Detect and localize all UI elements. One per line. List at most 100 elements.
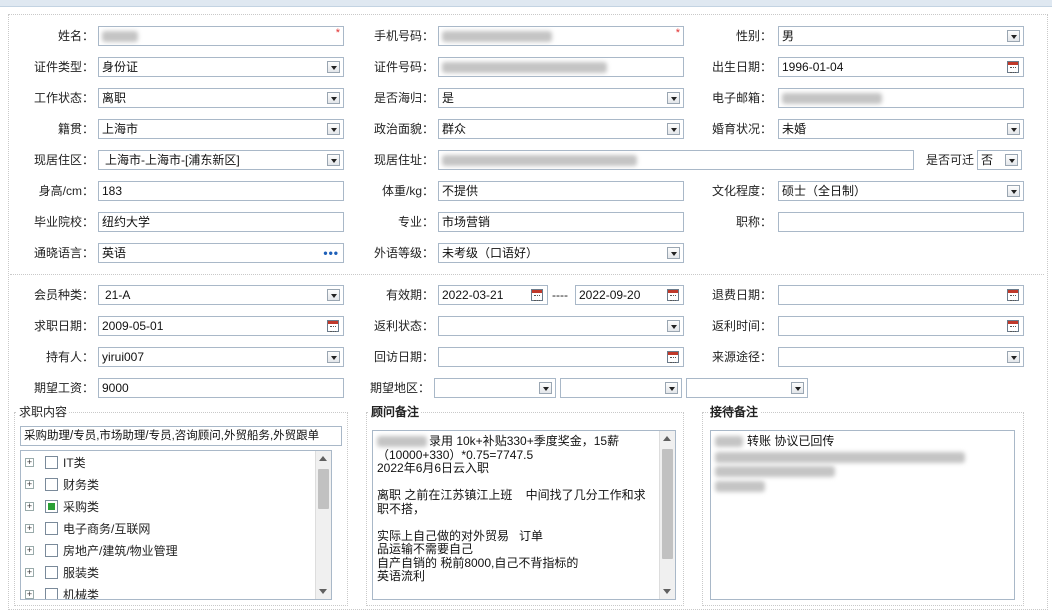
- category-checkbox[interactable]: [45, 500, 58, 513]
- title-field[interactable]: [778, 212, 1024, 232]
- category-checkbox[interactable]: [45, 478, 58, 491]
- category-checkbox[interactable]: [45, 588, 58, 599]
- expand-icon[interactable]: +: [25, 502, 34, 511]
- scroll-thumb[interactable]: [662, 449, 673, 559]
- language-level-select[interactable]: 未考级（口语好）: [438, 243, 684, 263]
- gender-select[interactable]: 男: [778, 26, 1024, 46]
- note-scrollbar[interactable]: [659, 431, 675, 599]
- marital-select[interactable]: 未婚: [778, 119, 1024, 139]
- category-label: 财务类: [63, 478, 100, 492]
- email-field[interactable]: [778, 88, 1024, 108]
- more-icon[interactable]: •••: [323, 244, 339, 262]
- calendar-icon[interactable]: [1007, 61, 1019, 73]
- scroll-down-icon[interactable]: [663, 589, 671, 594]
- holder-select[interactable]: yirui007: [98, 347, 344, 367]
- region-city-select[interactable]: [560, 378, 682, 398]
- validity-to-field[interactable]: 2022-09-20: [575, 285, 684, 305]
- chevron-down-icon[interactable]: [665, 382, 678, 394]
- calendar-icon[interactable]: [667, 351, 679, 363]
- redacted-value: [715, 452, 965, 463]
- calendar-icon[interactable]: [531, 289, 543, 301]
- chevron-down-icon[interactable]: [327, 61, 340, 73]
- validity-to-value: 2022-09-20: [579, 288, 641, 302]
- idtype-label: 证件类型：: [33, 60, 94, 74]
- calendar-icon[interactable]: [1007, 320, 1019, 332]
- calendar-icon[interactable]: [327, 320, 339, 332]
- school-field[interactable]: 纽约大学: [98, 212, 344, 232]
- expand-icon[interactable]: +: [25, 524, 34, 533]
- reception-note-text: 转账 协议已回传: [747, 434, 835, 448]
- job-content-summary[interactable]: 采购助理/专员,市场助理/专员,咨询顾问,外贸船务,外贸跟单: [20, 426, 342, 446]
- member-type-select[interactable]: 21-A: [98, 285, 344, 305]
- chevron-down-icon[interactable]: [1007, 30, 1020, 42]
- job-category-tree[interactable]: + IT类 + 财务类 + 采购类 + 电子商务/互联网 + 房地产/建筑/物业管理 + 服装类 + 机械…: [20, 450, 332, 600]
- chevron-down-icon[interactable]: [791, 382, 804, 394]
- language-field[interactable]: 英语 •••: [98, 243, 344, 263]
- scroll-down-icon[interactable]: [319, 589, 327, 594]
- scroll-thumb[interactable]: [318, 469, 329, 509]
- birth-date-field[interactable]: 1996-01-04: [778, 57, 1024, 77]
- weight-field[interactable]: 不提供: [438, 181, 684, 201]
- rebate-time-field[interactable]: [778, 316, 1024, 336]
- phone-field[interactable]: *: [438, 26, 684, 46]
- expand-icon[interactable]: +: [25, 480, 34, 489]
- height-field[interactable]: 183: [98, 181, 344, 201]
- category-checkbox[interactable]: [45, 544, 58, 557]
- region-district-select[interactable]: [686, 378, 808, 398]
- chevron-down-icon[interactable]: [667, 123, 680, 135]
- scroll-up-icon[interactable]: [663, 436, 671, 441]
- chevron-down-icon[interactable]: [1005, 154, 1018, 166]
- chevron-down-icon[interactable]: [667, 320, 680, 332]
- district-select[interactable]: 上海市-上海市-[浦东新区]: [98, 150, 344, 170]
- chevron-down-icon[interactable]: [539, 382, 552, 394]
- calendar-icon[interactable]: [667, 289, 679, 301]
- relocate-value: 否: [981, 153, 994, 167]
- source-select[interactable]: [778, 347, 1024, 367]
- major-field[interactable]: 市场营销: [438, 212, 684, 232]
- calendar-icon[interactable]: [1007, 289, 1019, 301]
- validity-from-field[interactable]: 2022-03-21: [438, 285, 548, 305]
- chevron-down-icon[interactable]: [327, 351, 340, 363]
- scroll-up-icon[interactable]: [319, 456, 327, 461]
- expand-icon[interactable]: +: [25, 546, 34, 555]
- address-field[interactable]: [438, 150, 914, 170]
- tree-scrollbar[interactable]: [315, 451, 331, 599]
- chevron-down-icon[interactable]: [1007, 123, 1020, 135]
- refund-date-field[interactable]: [778, 285, 1024, 305]
- consultant-note-textarea[interactable]: 录用 10k+补贴330+季度奖金，15薪 （10000+330）*0.75=7…: [372, 430, 676, 600]
- name-field[interactable]: *: [98, 26, 344, 46]
- language-level-value: 未考级（口语好）: [442, 246, 539, 260]
- category-label: 房地产/建筑/物业管理: [63, 544, 178, 558]
- expand-icon[interactable]: +: [25, 568, 34, 577]
- relocate-select[interactable]: 否: [977, 150, 1022, 170]
- consultant-note-title: 顾问备注: [369, 405, 422, 419]
- rebate-status-select[interactable]: [438, 316, 684, 336]
- category-checkbox[interactable]: [45, 456, 58, 469]
- visit-date-field[interactable]: [438, 347, 684, 367]
- returnee-select[interactable]: 是: [438, 88, 684, 108]
- chevron-down-icon[interactable]: [667, 92, 680, 104]
- chevron-down-icon[interactable]: [667, 247, 680, 259]
- chevron-down-icon[interactable]: [327, 123, 340, 135]
- job-date-field[interactable]: 2009-05-01: [98, 316, 344, 336]
- expand-icon[interactable]: +: [25, 590, 34, 599]
- reception-note-textarea[interactable]: 转账 协议已回传: [710, 430, 1015, 600]
- origin-select[interactable]: 上海市: [98, 119, 344, 139]
- region-province-select[interactable]: [434, 378, 556, 398]
- validity-separator: ----: [552, 288, 568, 302]
- salary-field[interactable]: 9000: [98, 378, 344, 398]
- category-checkbox[interactable]: [45, 566, 58, 579]
- political-select[interactable]: 群众: [438, 119, 684, 139]
- chevron-down-icon[interactable]: [327, 92, 340, 104]
- expand-icon[interactable]: +: [25, 458, 34, 467]
- education-select[interactable]: 硕士（全日制）: [778, 181, 1024, 201]
- chevron-down-icon[interactable]: [327, 289, 340, 301]
- chevron-down-icon[interactable]: [327, 154, 340, 166]
- chevron-down-icon[interactable]: [1007, 351, 1020, 363]
- required-marker: *: [335, 27, 340, 39]
- category-checkbox[interactable]: [45, 522, 58, 535]
- chevron-down-icon[interactable]: [1007, 185, 1020, 197]
- idtype-select[interactable]: 身份证: [98, 57, 344, 77]
- idno-field[interactable]: [438, 57, 684, 77]
- workstatus-select[interactable]: 离职: [98, 88, 344, 108]
